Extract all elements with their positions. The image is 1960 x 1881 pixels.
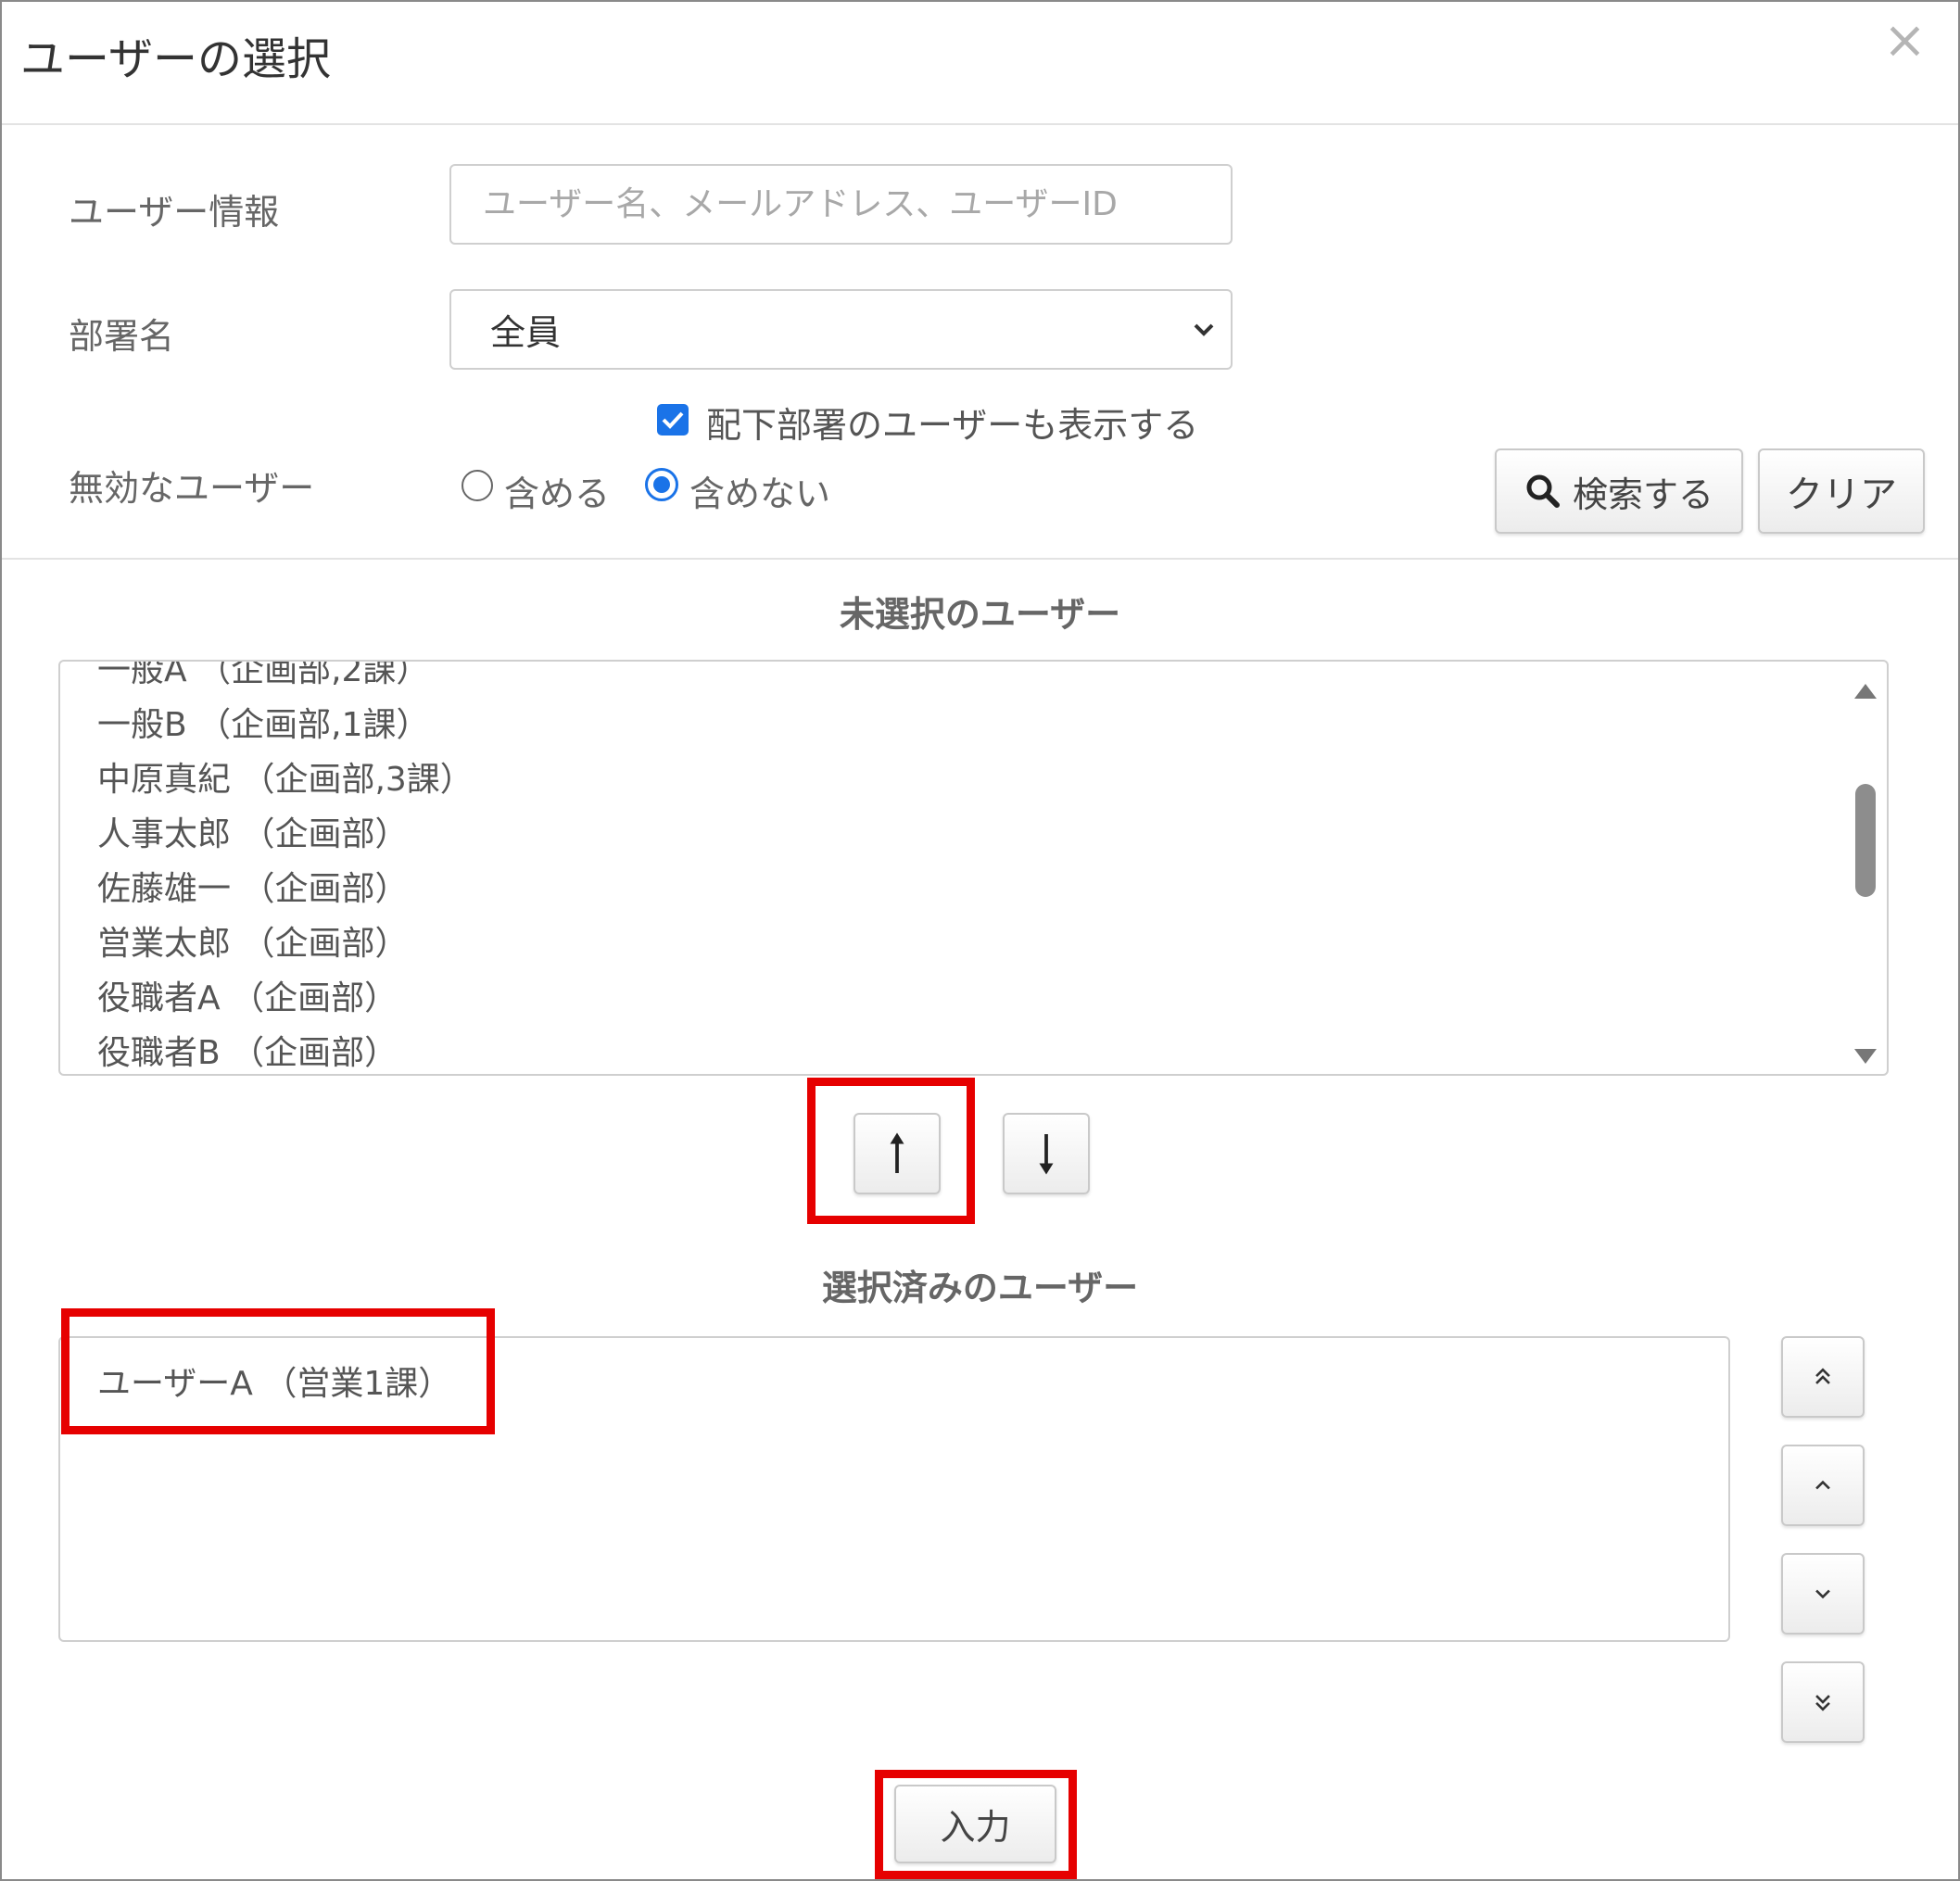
- selected-title: 選択済みのユーザー: [821, 1268, 1139, 1308]
- user-select-dialog: ユーザーの選択 × ユーザー情報 部署名 全員 配下部署のユーザーも表示する 無…: [0, 0, 1960, 1881]
- list-item[interactable]: 佐藤雄一 （企画部）: [97, 862, 474, 916]
- scroll-down-icon[interactable]: [1854, 1049, 1877, 1064]
- double-chevron-down-icon: [1815, 1695, 1830, 1711]
- radio-exclude[interactable]: [645, 468, 678, 501]
- remove-user-button[interactable]: [1003, 1113, 1090, 1194]
- user-info-label: ユーザー情報: [69, 192, 280, 233]
- highlight-box-selected: [61, 1308, 495, 1434]
- list-item[interactable]: 人事太郎 （企画部）: [97, 807, 474, 862]
- submit-button[interactable]: 入力: [894, 1785, 1056, 1863]
- department-select-value: 全員: [490, 312, 562, 353]
- unselected-list: 一般A （企画部,2課） 一般B （企画部,1課） 中原真紀 （企画部,3課） …: [97, 662, 474, 1074]
- list-item[interactable]: 役職者A （企画部）: [97, 971, 474, 1026]
- clear-button[interactable]: クリア: [1758, 448, 1925, 534]
- close-icon[interactable]: ×: [1883, 15, 1927, 67]
- include-sub-checkbox[interactable]: [657, 404, 689, 436]
- list-item[interactable]: 中原真紀 （企画部,3課）: [97, 752, 474, 807]
- list-item[interactable]: 営業太郎 （企画部）: [97, 916, 474, 971]
- double-chevron-up-icon: [1815, 1368, 1830, 1384]
- list-item[interactable]: 一般B （企画部,1課）: [97, 698, 474, 752]
- list-item[interactable]: 一般A （企画部,2課）: [97, 662, 474, 698]
- include-sub-label: 配下部署のユーザーも表示する: [706, 405, 1199, 446]
- department-select[interactable]: 全員: [449, 289, 1233, 370]
- search-icon: [1526, 474, 1560, 508]
- dialog-title: ユーザーの選択: [20, 33, 332, 85]
- add-user-button[interactable]: [854, 1113, 941, 1194]
- scrollbar-thumb[interactable]: [1855, 784, 1876, 897]
- radio-exclude-label: 含めない: [689, 473, 831, 514]
- chevron-up-icon: [1815, 1480, 1830, 1490]
- inactive-label: 無効なユーザー: [69, 468, 315, 509]
- header-divider: [2, 123, 1958, 125]
- submit-button-label: 入力: [940, 1807, 1011, 1848]
- department-label: 部署名: [69, 316, 175, 357]
- radio-include-label: 含める: [504, 473, 611, 514]
- search-button-label: 検索する: [1572, 473, 1713, 515]
- clear-button-label: クリア: [1786, 473, 1897, 516]
- move-down-button[interactable]: [1781, 1553, 1865, 1635]
- filter-divider: [2, 558, 1958, 560]
- scrollbar[interactable]: [1852, 669, 1879, 1067]
- move-up-button[interactable]: [1781, 1445, 1865, 1526]
- scroll-up-icon[interactable]: [1854, 684, 1877, 699]
- search-button[interactable]: 検索する: [1495, 448, 1743, 534]
- unselected-listbox[interactable]: 一般A （企画部,2課） 一般B （企画部,1課） 中原真紀 （企画部,3課） …: [58, 660, 1889, 1076]
- unselected-title: 未選択のユーザー: [839, 594, 1121, 635]
- arrow-up-icon: [890, 1132, 904, 1173]
- list-item[interactable]: 役職者B （企画部）: [97, 1026, 474, 1074]
- check-icon: [662, 411, 684, 429]
- radio-include[interactable]: [462, 470, 493, 501]
- move-bottom-button[interactable]: [1781, 1661, 1865, 1743]
- user-info-input[interactable]: [449, 164, 1233, 245]
- arrow-down-icon: [1039, 1134, 1054, 1175]
- chevron-down-icon: [1815, 1589, 1830, 1599]
- move-top-button[interactable]: [1781, 1336, 1865, 1418]
- chevron-down-icon: [1194, 323, 1214, 336]
